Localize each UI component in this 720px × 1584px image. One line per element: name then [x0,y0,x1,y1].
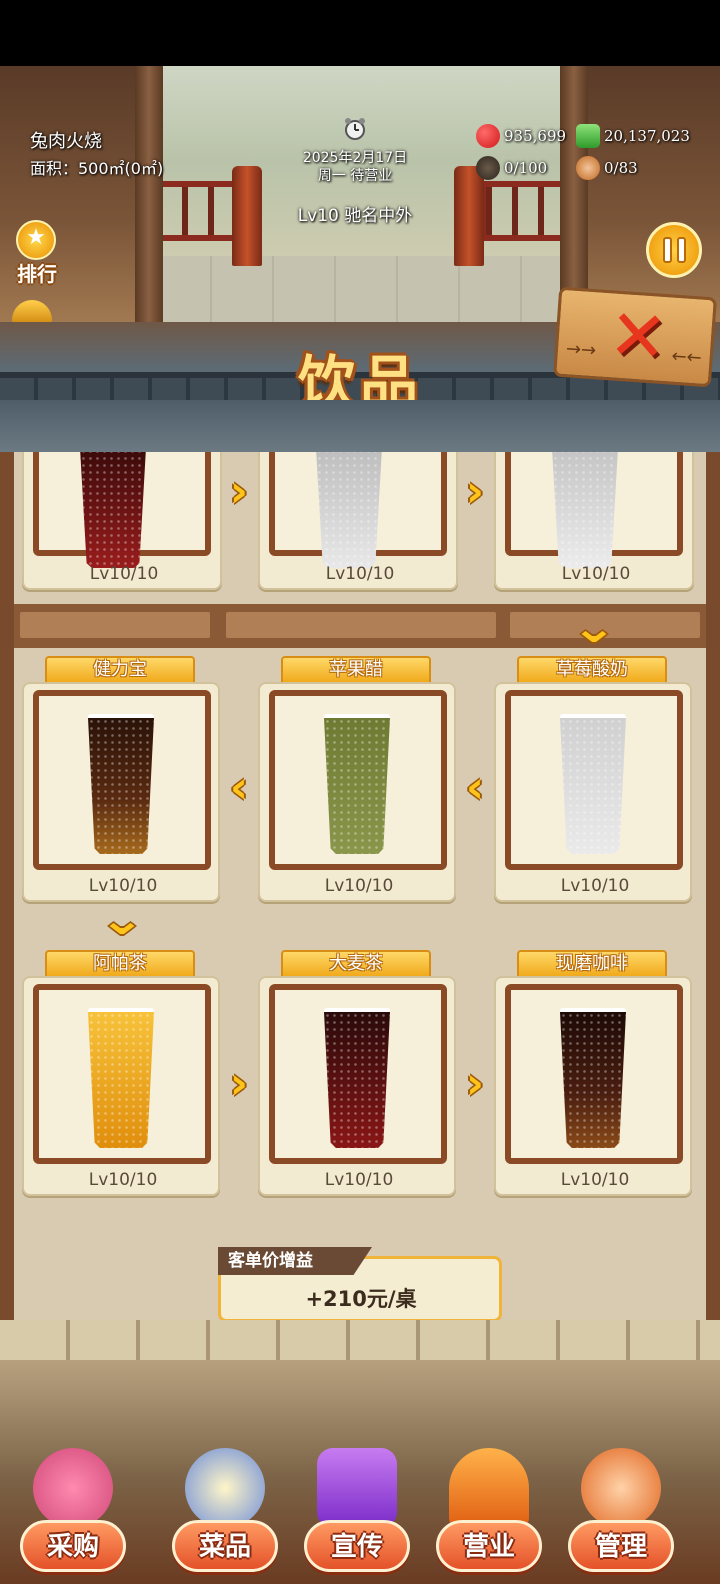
order-bonus-box: 客单价增益 +210元/桌 [218,1247,502,1322]
drink-card-apple-vinegar[interactable]: Lv10/10 [258,682,456,902]
status-bar [0,0,720,66]
drink-glass-icon [316,448,382,568]
cash-counter: 20,137,023 [576,124,690,148]
restaurant-level: Lv10 驰名中外 [297,206,413,226]
video-icon [317,1448,397,1528]
tables-counter: 0/100 [476,156,547,180]
nav-dishes[interactable]: 菜品 [170,1448,280,1578]
drink-name-tag: 健力宝 [45,656,195,684]
service-bell-icon [449,1448,529,1528]
shop-icon [33,1448,113,1528]
drink-card-barley-tea[interactable]: Lv10/10 [258,976,456,1196]
game-date: 2025年2月17日 [302,150,408,166]
cash-icon [576,124,600,148]
rank-button[interactable]: 排行 [10,220,64,286]
chevron-left-icon: ‹ [229,762,249,813]
chevron-right-icon: › [229,466,249,517]
drink-name-tag: 苹果醋 [281,656,431,684]
close-button[interactable]: →→ ✕ ←← [553,286,717,388]
staff-counter: 0/83 [576,156,638,180]
dish-icon [185,1448,265,1528]
nav-management[interactable]: 管理 [566,1448,676,1578]
drink-glass-icon [560,1012,626,1148]
drink-glass-icon [552,448,618,568]
drink-glass-icon [80,448,146,568]
drink-card-apa-tea[interactable]: Lv10/10 [22,976,220,1196]
drink-glass-icon [88,1012,154,1148]
weekday-status: 周一 待营业 [317,168,393,184]
staff-icon [581,1448,661,1528]
alarm-clock-icon [345,118,365,140]
nav-business[interactable]: 营业 [434,1448,544,1578]
hearts-counter: 935,699 [476,124,566,148]
drink-card-jianlibao[interactable]: Lv10/10 [22,682,220,902]
chevron-left-icon: ‹ [465,762,485,813]
chevron-right-icon: › [465,1058,485,1109]
bonus-label: 客单价增益 [218,1247,372,1275]
drink-glass-icon [88,718,154,854]
pause-button[interactable] [646,222,702,278]
chevron-right-icon: › [229,1058,249,1109]
shop-name: 兔肉火烧 [30,131,102,152]
nav-promotion[interactable]: 宣传 [302,1448,412,1578]
bonus-value: +210元/桌 [305,1287,417,1311]
drink-name-tag: 大麦茶 [281,950,431,978]
table-icon [476,156,500,180]
medal-icon [16,220,56,260]
drink-glass-icon [560,718,626,854]
chevron-right-icon: › [465,466,485,517]
drink-name-tag: 现磨咖啡 [517,950,667,978]
chevron-down-icon: ⌄ [571,603,617,652]
nav-purchase[interactable]: 采购 [18,1448,128,1578]
shop-area: 面积：500㎡(0㎡) [30,159,164,178]
person-icon [576,156,600,180]
drink-glass-icon [324,718,390,854]
drink-name-tag: 阿帕茶 [45,950,195,978]
drink-card-strawberry-yogurt[interactable]: Lv10/10 [494,682,692,902]
chevron-down-icon: ⌄ [99,895,145,944]
drink-glass-icon [324,1012,390,1148]
drink-name-tag: 草莓酸奶 [517,656,667,684]
drink-card-fresh-coffee[interactable]: Lv10/10 [494,976,692,1196]
close-icon: ✕ [605,293,671,380]
heart-icon [476,124,500,148]
